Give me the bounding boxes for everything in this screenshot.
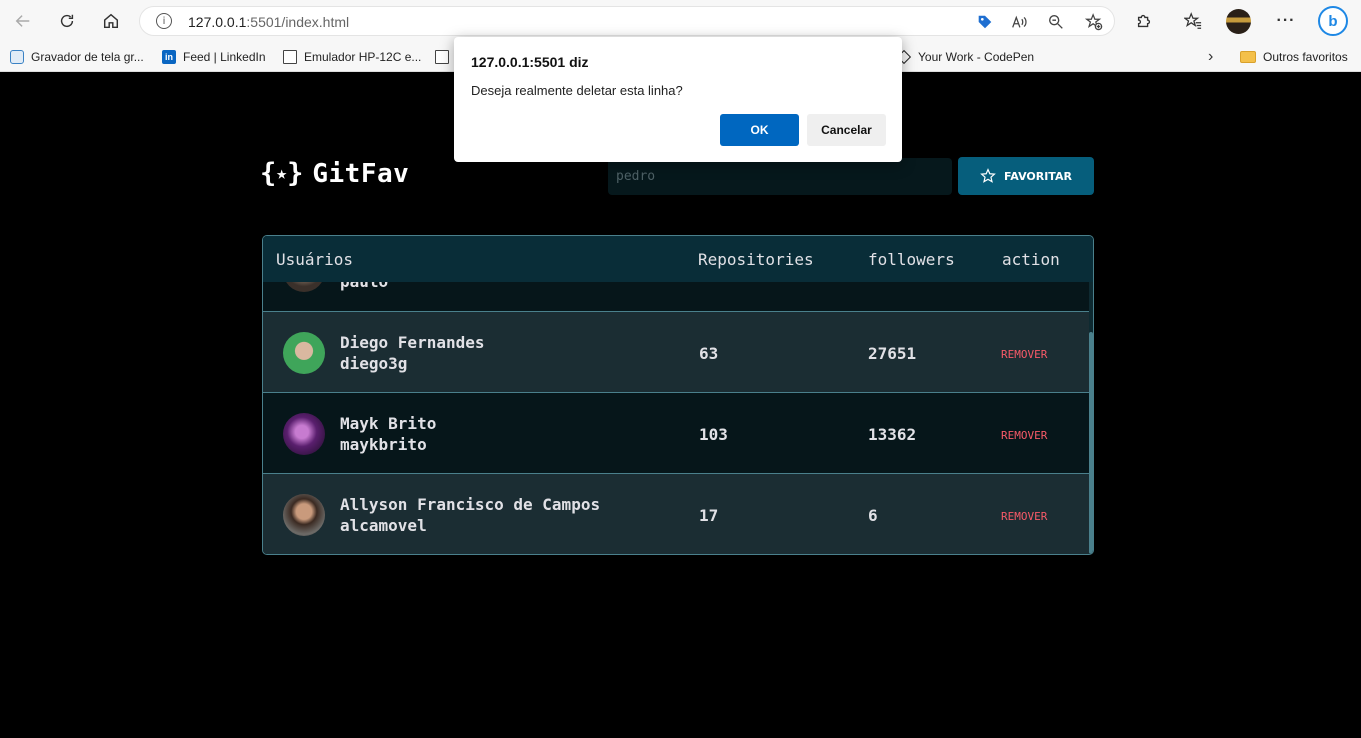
- more-bookmarks-chevron-icon[interactable]: ›: [1208, 47, 1213, 67]
- folder-icon: [1240, 51, 1256, 63]
- bing-icon[interactable]: b: [1318, 6, 1348, 36]
- gitfav-logo: {★} GitFav: [260, 158, 409, 189]
- user-name: Mayk Brito: [340, 414, 437, 433]
- app-name: GitFav: [312, 158, 410, 189]
- user-repositories: 103: [699, 425, 728, 444]
- user-login: diego3g: [340, 354, 408, 373]
- bookmark-label: Feed | LinkedIn: [183, 50, 266, 64]
- page-icon: [283, 50, 297, 64]
- bookmark-screen-recorder[interactable]: Gravador de tela gr...: [10, 47, 144, 67]
- address-bar[interactable]: i 127.0.0.1:5501/index.html: [139, 6, 1115, 36]
- logo-icon: {★}: [260, 158, 303, 189]
- home-icon[interactable]: [98, 8, 124, 34]
- bookmark-linkedin[interactable]: in Feed | LinkedIn: [162, 47, 266, 67]
- table-row: Diego Fernandes diego3g 63 27651 REMOVER: [263, 311, 1089, 392]
- refresh-icon[interactable]: [54, 8, 80, 34]
- user-avatar: [283, 332, 325, 374]
- bookmark-label: Your Work - CodePen: [918, 50, 1035, 64]
- remove-button[interactable]: REMOVER: [1001, 429, 1047, 442]
- bookmark-hp12c[interactable]: Emulador HP-12C e...: [283, 47, 421, 67]
- scrollbar-thumb[interactable]: [1089, 332, 1093, 554]
- bookmark-codepen[interactable]: Your Work - CodePen: [896, 47, 1035, 67]
- confirm-dialog: 127.0.0.1:5501 diz Deseja realmente dele…: [454, 37, 902, 162]
- user-repositories: 17: [699, 506, 719, 525]
- zoom-icon[interactable]: [1047, 13, 1065, 31]
- read-aloud-icon[interactable]: [1010, 13, 1028, 31]
- browser-toolbar: i 127.0.0.1:5501/index.html ··· b: [0, 0, 1361, 42]
- bookmark-label: Gravador de tela gr...: [31, 50, 144, 64]
- header-users: Usuários: [276, 250, 354, 269]
- user-login: maykbrito: [340, 435, 427, 454]
- header-repositories: Repositories: [698, 250, 814, 269]
- url-text: 127.0.0.1:5501/index.html: [188, 14, 350, 30]
- more-options-icon[interactable]: ···: [1276, 11, 1296, 31]
- ok-button[interactable]: OK: [720, 114, 799, 146]
- dialog-message: Deseja realmente deletar esta linha?: [471, 83, 683, 98]
- other-favorites-label: Outros favoritos: [1263, 50, 1348, 64]
- profile-avatar[interactable]: [1226, 9, 1251, 34]
- page-icon: [435, 50, 449, 64]
- bookmark-label: Emulador HP-12C e...: [304, 50, 422, 64]
- remove-button[interactable]: REMOVER: [1001, 348, 1047, 361]
- user-repositories: 63: [699, 344, 719, 363]
- favorites-table: Usuários Repositories followers action p…: [262, 235, 1094, 555]
- favorite-button-label: FAVORITAR: [1004, 169, 1072, 183]
- user-name: Diego Fernandes: [340, 333, 485, 352]
- shopping-tag-icon[interactable]: [976, 13, 994, 31]
- header-action: action: [1002, 250, 1060, 269]
- user-followers: 27651: [868, 344, 917, 363]
- user-avatar: [283, 413, 325, 455]
- table-row: Mayk Brito maykbrito 103 13362 REMOVER: [263, 392, 1089, 473]
- dialog-title: 127.0.0.1:5501 diz: [471, 54, 589, 70]
- back-icon[interactable]: [10, 8, 36, 34]
- user-followers: 6: [868, 506, 878, 525]
- add-favorite-icon[interactable]: [1085, 13, 1103, 31]
- table-row: Allyson Francisco de Campos alcamovel 17…: [263, 473, 1089, 554]
- table-scrollbar[interactable]: [1089, 282, 1093, 554]
- other-favorites[interactable]: Outros favoritos: [1240, 47, 1348, 67]
- site-info-icon[interactable]: i: [156, 13, 172, 29]
- user-avatar: [283, 494, 325, 536]
- user-followers: 13362: [868, 425, 917, 444]
- favorite-button[interactable]: FAVORITAR: [958, 157, 1094, 195]
- star-icon: [980, 168, 996, 183]
- search-input[interactable]: [608, 158, 952, 195]
- user-name: Allyson Francisco de Campos: [340, 495, 601, 514]
- table-header: Usuários Repositories followers action: [263, 236, 1093, 282]
- screen-recorder-icon: [10, 50, 24, 64]
- cancel-button[interactable]: Cancelar: [807, 114, 886, 146]
- remove-button[interactable]: REMOVER: [1001, 510, 1047, 523]
- header-followers: followers: [868, 250, 955, 269]
- user-login: alcamovel: [340, 516, 427, 535]
- favorites-icon[interactable]: [1183, 11, 1203, 31]
- bookmark-hidden[interactable]: [435, 47, 449, 67]
- linkedin-icon: in: [162, 50, 176, 64]
- extensions-icon[interactable]: [1134, 11, 1154, 31]
